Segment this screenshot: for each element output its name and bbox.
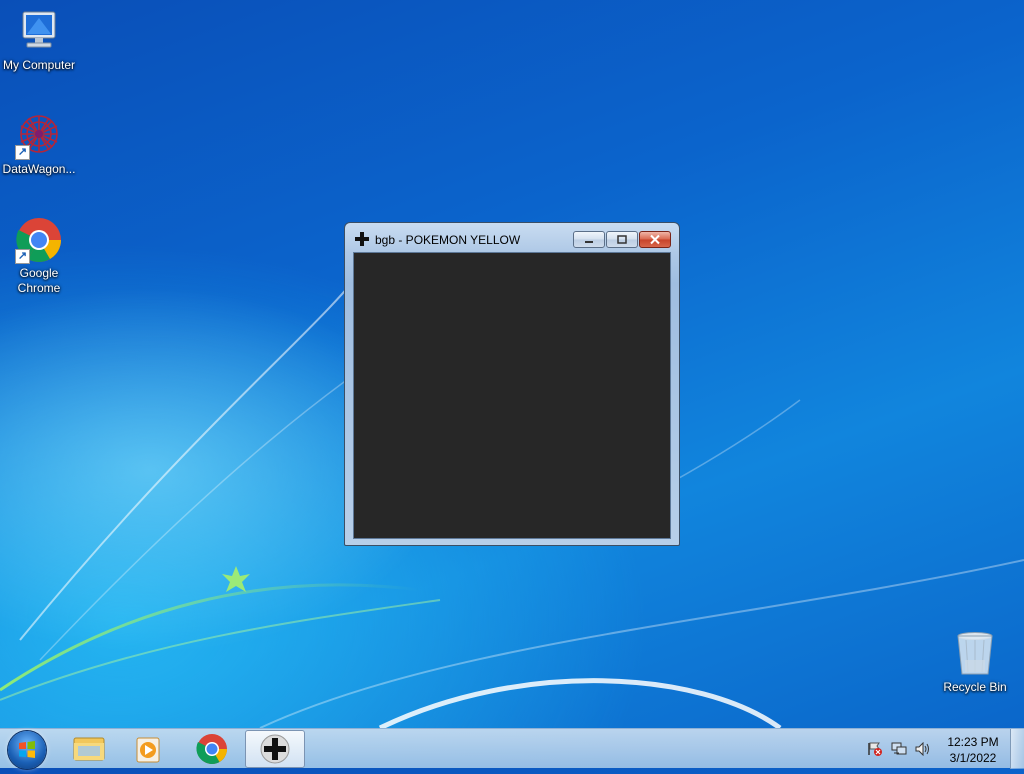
maximize-button[interactable] (606, 231, 638, 248)
taskbar-explorer[interactable] (59, 730, 119, 768)
action-center-flag-icon[interactable] (867, 742, 883, 756)
desktop-icon-google-chrome[interactable]: ↗ Google Chrome (0, 216, 78, 296)
minimize-button[interactable] (573, 231, 605, 248)
bgb-window[interactable]: bgb - POKEMON YELLOW (344, 222, 680, 546)
volume-icon[interactable] (915, 741, 931, 757)
system-clock[interactable]: 12:23 PM 3/1/2022 (940, 734, 1006, 766)
desktop-icon-label: DataWagon... (2, 162, 76, 176)
clock-date: 3/1/2022 (949, 751, 997, 765)
start-button[interactable] (8, 731, 46, 769)
gamepad-cross-icon (260, 734, 290, 764)
folder-icon (73, 737, 105, 761)
windows-logo-icon (19, 741, 35, 758)
desktop-icon-label: Google Chrome (17, 266, 61, 295)
desktop-icon-my-computer[interactable]: My Computer (0, 8, 78, 73)
recycle-bin-icon (951, 630, 999, 678)
emulator-screen[interactable] (353, 252, 671, 539)
chrome-icon: ↗ (15, 216, 63, 264)
taskbar-bgb[interactable] (245, 730, 305, 768)
close-button[interactable] (639, 231, 671, 248)
show-desktop-button[interactable] (1010, 729, 1024, 769)
chrome-icon (196, 734, 227, 765)
datawagon-icon: ↗ (15, 112, 63, 160)
taskbar-chrome[interactable] (182, 730, 242, 768)
gamepad-cross-icon (355, 232, 369, 246)
minimize-icon (585, 241, 593, 243)
close-icon (650, 234, 660, 245)
window-title: bgb - POKEMON YELLOW (375, 233, 521, 247)
desktop-icon-label: Recycle Bin (943, 680, 1007, 694)
network-icon[interactable] (891, 742, 907, 756)
maximize-icon (617, 235, 627, 244)
window-titlebar[interactable]: bgb - POKEMON YELLOW (345, 223, 679, 253)
desktop-icon-recycle-bin[interactable]: Recycle Bin (936, 630, 1014, 695)
taskbar-media-player[interactable] (119, 730, 179, 768)
clock-time: 12:23 PM (947, 735, 999, 749)
desktop-icon-label: My Computer (2, 58, 76, 72)
taskbar: 12:23 PM 3/1/2022 (0, 728, 1024, 769)
computer-icon (15, 8, 63, 56)
shortcut-arrow-icon: ↗ (15, 145, 30, 160)
desktop-icon-datawagon[interactable]: ↗ DataWagon... (0, 112, 78, 177)
media-player-icon (136, 737, 160, 763)
shortcut-arrow-icon: ↗ (15, 249, 30, 264)
